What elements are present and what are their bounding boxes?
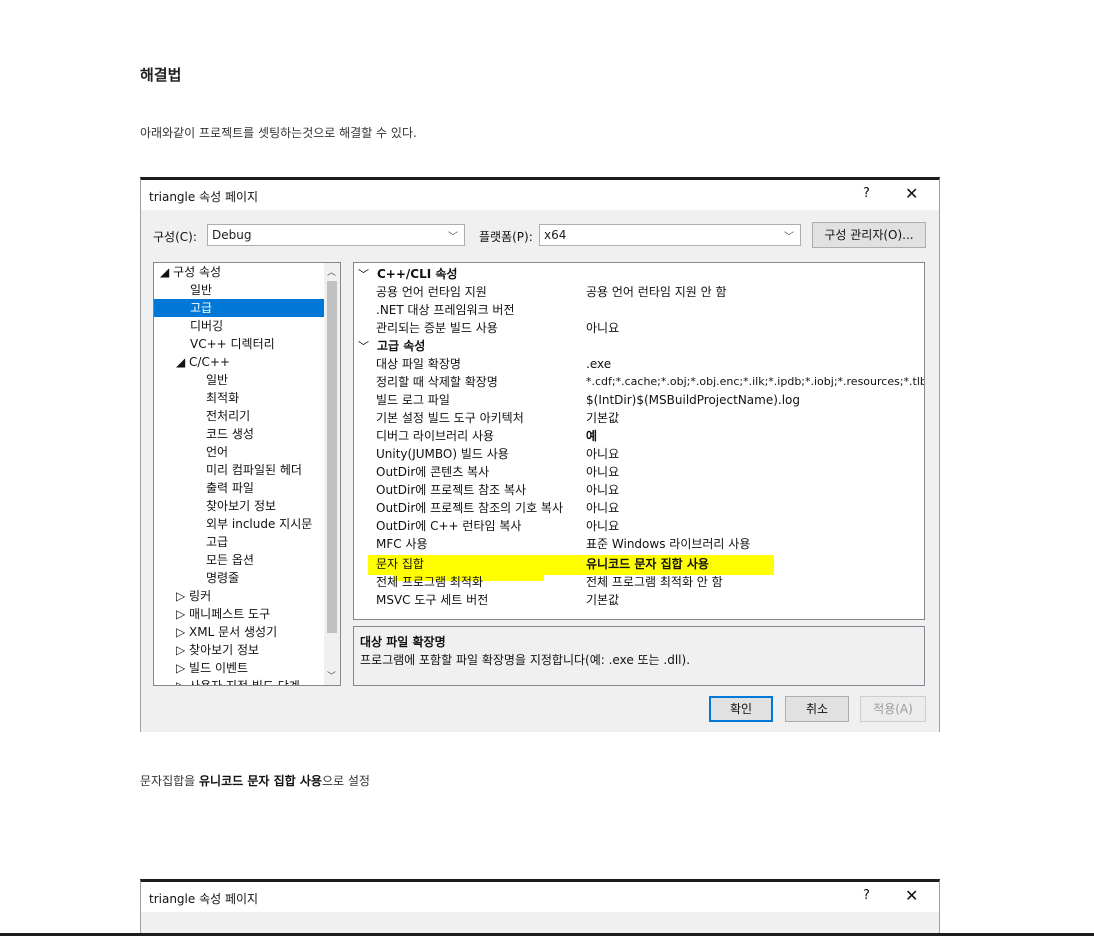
tree-item[interactable]: ◢ 구성 속성	[160, 263, 221, 281]
tree-item[interactable]: 최적화	[206, 389, 239, 407]
cancel-button[interactable]: 취소	[785, 696, 849, 722]
grid-row-value[interactable]: 아니요	[586, 319, 619, 337]
grid-row-name[interactable]: 대상 파일 확장명	[376, 355, 461, 373]
description-title: 대상 파일 확장명	[360, 635, 446, 649]
grid-row-value[interactable]: *.cdf;*.cache;*.obj;*.obj.enc;*.ilk;*.ip…	[586, 373, 924, 391]
chevron-down-icon: ﹀	[784, 232, 794, 243]
grid-row-name[interactable]: 정리할 때 삭제할 확장명	[376, 373, 498, 391]
tree-item[interactable]: 찾아보기 정보	[206, 497, 276, 515]
grid-row-name[interactable]: 공용 언어 런타임 지원	[376, 283, 487, 301]
grid-row-name[interactable]: OutDir에 프로젝트 참조 복사	[376, 481, 526, 499]
tree-scrollbar[interactable]: ︿ ﹀	[324, 263, 340, 685]
tree-item[interactable]: 디버깅	[190, 317, 223, 335]
tree-item[interactable]: 출력 파일	[206, 479, 254, 497]
config-combo[interactable]: Debug ﹀	[207, 224, 465, 246]
grid-row-name[interactable]: Unity(JUMBO) 빌드 사용	[376, 445, 509, 463]
ok-button[interactable]: 확인	[709, 696, 773, 722]
tree-item[interactable]: ▷ 매니페스트 도구	[176, 605, 270, 623]
tree-item[interactable]: ▷ XML 문서 생성기	[176, 623, 277, 641]
tree-item[interactable]: 미리 컴파일된 헤더	[206, 461, 302, 479]
grid-row-name[interactable]: .NET 대상 프레임워크 버전	[376, 301, 515, 319]
platform-value: x64	[544, 228, 567, 242]
property-tree: ◢ 구성 속성 일반 고급 디버깅 VC++ 디렉터리 ◢ C/C++ 일반 최…	[153, 262, 341, 686]
article-heading: 해결법	[140, 66, 182, 84]
grid-row-value[interactable]: .exe	[586, 355, 611, 373]
description-panel: 대상 파일 확장명 프로그램에 포함할 파일 확장명을 지정합니다(예: .ex…	[353, 626, 925, 686]
grid-row-value[interactable]: 아니요	[586, 499, 619, 517]
config-value: Debug	[212, 228, 252, 242]
tree-item[interactable]: ◢ C/C++	[176, 353, 230, 371]
close-button[interactable]: ✕	[905, 886, 918, 905]
grid-section-cli[interactable]: ﹀ C++/CLI 속성	[358, 265, 457, 283]
grid-row-value[interactable]: 기본값	[586, 591, 619, 609]
help-button[interactable]: ?	[863, 888, 870, 903]
property-pages-dialog-2: triangle 속성 페이지 ? ✕	[140, 879, 940, 936]
tree-item[interactable]: 언어	[206, 443, 228, 461]
tree-item[interactable]: 코드 생성	[206, 425, 254, 443]
grid-row-name[interactable]: MSVC 도구 세트 버전	[376, 591, 488, 609]
grid-row-name[interactable]: OutDir에 프로젝트 참조의 기호 복사	[376, 499, 563, 517]
article-intro: 아래와같이 프로젝트를 셋팅하는것으로 해결할 수 있다.	[140, 126, 417, 140]
grid-row-value[interactable]: 전체 프로그램 최적화 안 함	[586, 573, 723, 591]
tree-item[interactable]: 일반	[206, 371, 228, 389]
grid-section-advanced[interactable]: ﹀ 고급 속성	[358, 337, 425, 355]
grid-row-name[interactable]: OutDir에 C++ 런타임 복사	[376, 517, 521, 535]
config-label: 구성(C):	[153, 230, 197, 244]
grid-row-value[interactable]: 아니요	[586, 481, 619, 499]
dialog-title: triangle 속성 페이지	[149, 190, 259, 204]
grid-row-value[interactable]: 예	[586, 427, 597, 445]
highlight-stroke	[368, 555, 774, 575]
property-pages-dialog: triangle 속성 페이지 ? ✕ 구성(C): Debug ﹀ 플랫폼(P…	[140, 177, 940, 732]
property-grid: ﹀ C++/CLI 속성 공용 언어 런타임 지원 공용 언어 런타임 지원 안 …	[353, 262, 925, 620]
tree-item[interactable]: 전처리기	[206, 407, 250, 425]
platform-combo[interactable]: x64 ﹀	[539, 224, 801, 246]
grid-row-value-charset[interactable]: 유니코드 문자 집합 사용	[586, 555, 709, 573]
chevron-up-icon[interactable]: ︿	[327, 265, 336, 278]
grid-row-value[interactable]: 아니요	[586, 463, 619, 481]
grid-row-value[interactable]: $(IntDir)$(MSBuildProjectName).log	[586, 391, 800, 409]
help-button[interactable]: ?	[863, 186, 870, 201]
article-summary: 문자집합을 유니코드 문자 집합 사용으로 설정	[140, 774, 370, 788]
grid-row-name[interactable]: 빌드 로그 파일	[376, 391, 450, 409]
grid-row-value[interactable]: 공용 언어 런타임 지원 안 함	[586, 283, 727, 301]
dialog-title: triangle 속성 페이지	[149, 892, 259, 906]
tree-item[interactable]: VC++ 디렉터리	[190, 335, 275, 353]
tree-item[interactable]: ▷ 찾아보기 정보	[176, 641, 259, 659]
grid-row-name[interactable]: 관리되는 증분 빌드 사용	[376, 319, 498, 337]
platform-label: 플랫폼(P):	[479, 230, 533, 244]
config-manager-button[interactable]: 구성 관리자(O)...	[812, 222, 926, 248]
grid-row-name-charset[interactable]: 문자 집합	[376, 555, 424, 573]
grid-row-name[interactable]: MFC 사용	[376, 535, 428, 553]
grid-row-value[interactable]: 아니요	[586, 517, 619, 535]
grid-row-value[interactable]: 기본값	[586, 409, 619, 427]
grid-row-name[interactable]: OutDir에 콘텐츠 복사	[376, 463, 489, 481]
close-button[interactable]: ✕	[905, 184, 918, 203]
grid-row-name[interactable]: 전체 프로그램 최적화	[376, 573, 483, 591]
grid-row-value[interactable]: 아니요	[586, 445, 619, 463]
grid-row-name[interactable]: 기본 설정 빌드 도구 아키텍처	[376, 409, 524, 427]
scrollbar-thumb[interactable]	[327, 281, 337, 633]
description-body: 프로그램에 포함할 파일 확장명을 지정합니다(예: .exe 또는 .dll)…	[360, 653, 691, 667]
dialog-titlebar: triangle 속성 페이지 ? ✕	[141, 180, 939, 210]
tree-item[interactable]: ▷ 링커	[176, 587, 211, 605]
chevron-down-icon[interactable]: ﹀	[358, 268, 369, 281]
tree-item-selected[interactable]: 고급	[154, 299, 324, 317]
tree-item[interactable]: ▷ 빌드 이벤트	[176, 659, 248, 677]
tree-item[interactable]: 모든 옵션	[206, 551, 254, 569]
tree-item[interactable]: 고급	[206, 533, 228, 551]
tree-item[interactable]: ▷ 사용자 지정 빌드 단계	[176, 677, 300, 685]
tree-item[interactable]: 명령줄	[206, 569, 239, 587]
chevron-down-icon[interactable]: ﹀	[358, 340, 369, 353]
chevron-down-icon[interactable]: ﹀	[327, 669, 336, 682]
grid-row-name[interactable]: 디버그 라이브러리 사용	[376, 427, 494, 445]
apply-button[interactable]: 적용(A)	[860, 696, 926, 722]
tree-item[interactable]: 외부 include 지시문	[206, 515, 312, 533]
tree-item[interactable]: 일반	[190, 281, 212, 299]
chevron-down-icon: ﹀	[448, 232, 458, 243]
dialog-titlebar: triangle 속성 페이지 ? ✕	[141, 882, 939, 912]
grid-row-value[interactable]: 표준 Windows 라이브러리 사용	[586, 535, 750, 553]
